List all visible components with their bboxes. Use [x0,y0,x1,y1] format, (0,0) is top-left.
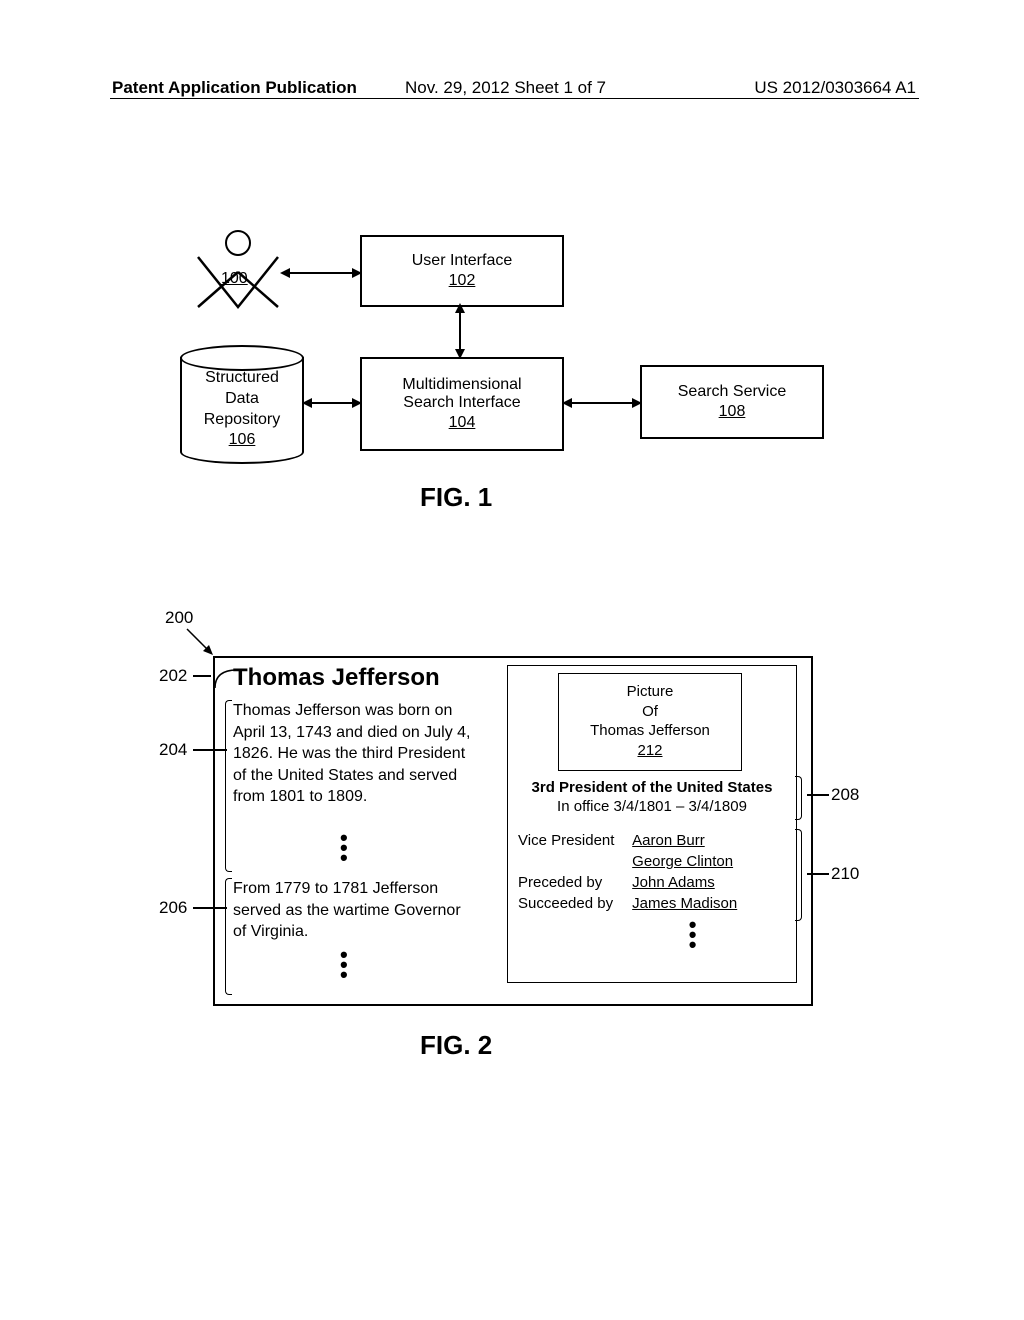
arrow-user-ui [280,263,362,283]
bracket-208 [795,776,802,820]
arrow-repo-msi [302,393,362,413]
ref-206: 206 [159,898,187,918]
user-ref: 100 [221,270,248,288]
lead-208 [807,794,829,796]
ui-label: User Interface [412,252,512,270]
repo-l2: Data [204,389,280,410]
pic-l1: Picture [559,682,741,702]
bracket-206 [225,878,232,995]
para-204: Thomas Jefferson was born on April 13, 1… [233,700,471,808]
pic-l3: Thomas Jefferson [559,721,741,741]
repo-l1: Structured [204,368,280,389]
row-vp-v2[interactable]: George Clinton [632,851,733,872]
ui-ref: 102 [449,272,476,290]
search-label: Search Service [678,383,787,401]
row-vp-key: Vice President [518,830,628,851]
ref-210: 210 [831,864,859,884]
ui-box: User Interface 102 [360,235,564,307]
header-left: Patent Application Publication [112,78,357,98]
lead-206 [193,907,219,909]
msi-box: Multidimensional Search Interface 104 [360,357,564,451]
repo-cylinder: Structured Data Repository 106 [180,357,304,464]
dots-2: ••• [340,950,348,980]
row-prec-v1[interactable]: John Adams [632,872,715,893]
fig2-caption: FIG. 2 [420,1030,492,1061]
row-vp-v1[interactable]: Aaron Burr [632,830,705,851]
header-center: Nov. 29, 2012 Sheet 1 of 7 [405,78,606,98]
row-prec-key: Preceded by [518,872,628,893]
repo-ref: 106 [204,430,280,451]
arrow-msi-search [562,393,642,413]
repo-l3: Repository [204,410,280,431]
row-succ-v1[interactable]: James Madison [632,893,737,914]
dots-1: ••• [340,833,348,863]
msi-ref: 104 [449,414,476,432]
patent-page: Patent Application Publication Nov. 29, … [0,0,1024,1320]
tick-206 [219,907,227,909]
row-succ-key: Succeeded by [518,893,628,914]
page-title: Thomas Jefferson [233,664,440,692]
picture-box: Picture Of Thomas Jefferson 212 [558,673,742,771]
ref-202: 202 [159,666,187,686]
title-curve [213,666,239,690]
bracket-210 [795,829,802,921]
para-206: From 1779 to 1781 Jefferson served as th… [233,878,471,943]
tick-204 [219,749,227,751]
search-ref: 108 [719,403,746,421]
rows-210: Vice President Aaron Burr George Clinton… [518,830,737,950]
lead-204 [193,749,219,751]
lead-202 [193,675,211,677]
figure-1: 100 User Interface 102 Structured Data R… [175,235,875,515]
fig2-panel: Thomas Jefferson Thomas Jefferson was bo… [213,656,813,1006]
msi-label: Multidimensional Search Interface [402,376,521,412]
header-rule [110,98,919,99]
header-right: US 2012/0303664 A1 [754,78,916,98]
lead-210 [807,873,829,875]
bracket-204 [225,700,232,872]
pic-l2: Of [559,702,741,722]
ref-204: 204 [159,740,187,760]
cap208-t2: In office 3/4/1801 – 3/4/1809 [508,798,796,815]
cap208-t1: 3rd President of the United States [508,779,796,796]
arrow-ui-msi [450,303,470,359]
pic-ref: 212 [559,741,741,761]
figure-2: 200 Thomas Jefferson Thomas Jefferson wa… [145,620,885,1020]
ref-208: 208 [831,785,859,805]
info-box: Picture Of Thomas Jefferson 212 3rd Pres… [507,665,797,983]
search-box: Search Service 108 [640,365,824,439]
caption-208: 3rd President of the United States In of… [508,779,796,815]
fig1-caption: FIG. 1 [420,482,492,513]
dots-3: ••• [648,920,737,950]
